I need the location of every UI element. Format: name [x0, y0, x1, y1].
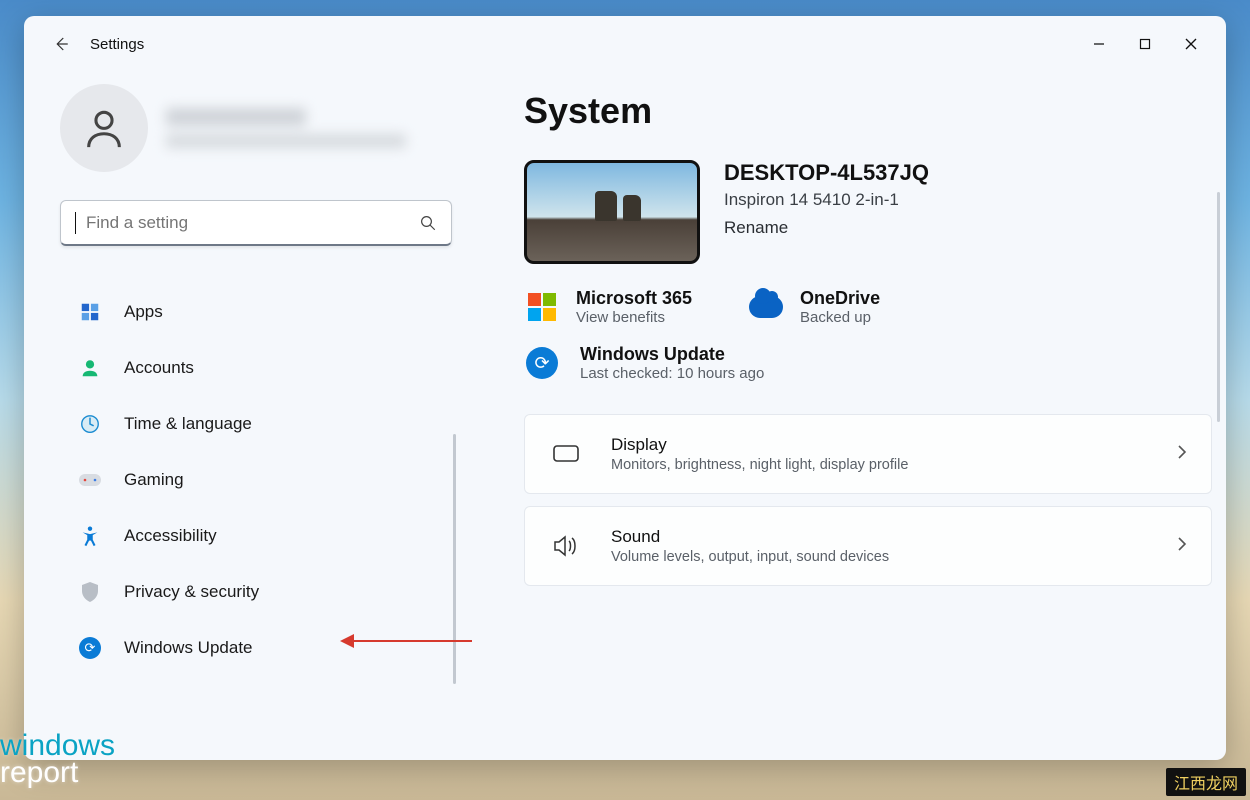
- rename-link[interactable]: Rename: [724, 218, 788, 238]
- search-input[interactable]: [86, 213, 409, 233]
- chevron-right-icon: [1177, 536, 1187, 557]
- device-model: Inspiron 14 5410 2-in-1: [724, 190, 929, 210]
- sidebar-item-label: Apps: [124, 302, 163, 322]
- sidebar-item-accounts[interactable]: Accounts: [60, 342, 452, 394]
- close-icon: [1185, 38, 1197, 50]
- onedrive-cloud-icon: [748, 289, 784, 325]
- sidebar-item-privacy-security[interactable]: Privacy & security: [60, 566, 452, 618]
- back-button[interactable]: [44, 27, 78, 61]
- card-sound[interactable]: Sound Volume levels, output, input, soun…: [524, 506, 1212, 586]
- nav-list: Apps Accounts Time & language Gaming: [60, 286, 452, 674]
- tile-title: Microsoft 365: [576, 288, 692, 309]
- sidebar-item-label: Windows Update: [124, 638, 253, 658]
- card-title: Sound: [611, 527, 1149, 547]
- monitor-icon: [549, 443, 583, 465]
- settings-window: Settings: [24, 16, 1226, 760]
- person-icon: [81, 105, 127, 151]
- maximize-icon: [1139, 38, 1151, 50]
- tile-microsoft-365[interactable]: Microsoft 365 View benefits: [524, 288, 692, 326]
- search-box[interactable]: [60, 200, 452, 246]
- device-wallpaper-thumb[interactable]: [524, 160, 700, 264]
- card-subtitle: Monitors, brightness, night light, displ…: [611, 457, 1149, 473]
- watermark-text: windows: [0, 732, 115, 759]
- back-arrow-icon: [52, 35, 70, 53]
- sidebar-item-label: Accessibility: [124, 526, 217, 546]
- device-summary: DESKTOP-4L537JQ Inspiron 14 5410 2-in-1 …: [524, 160, 1196, 264]
- sidebar-item-label: Accounts: [124, 358, 194, 378]
- shield-icon: [78, 580, 102, 604]
- tile-windows-update[interactable]: ⟳ Windows Update Last checked: 10 hours …: [524, 344, 1196, 382]
- card-display[interactable]: Display Monitors, brightness, night ligh…: [524, 414, 1212, 494]
- maximize-button[interactable]: [1122, 27, 1168, 61]
- sidebar-item-time-language[interactable]: Time & language: [60, 398, 452, 450]
- window-controls: [1076, 27, 1214, 61]
- page-title: System: [524, 90, 1196, 132]
- settings-cards: Display Monitors, brightness, night ligh…: [524, 414, 1196, 586]
- apps-icon: [78, 300, 102, 324]
- sidebar-item-label: Gaming: [124, 470, 184, 490]
- clock-globe-icon: [78, 412, 102, 436]
- watermark-source: 江西龙网: [1166, 768, 1246, 796]
- search-icon: [419, 214, 437, 232]
- text-caret: [75, 212, 76, 234]
- tile-subtitle: Backed up: [800, 309, 880, 326]
- avatar: [60, 84, 148, 172]
- sidebar-item-accessibility[interactable]: Accessibility: [60, 510, 452, 562]
- chevron-right-icon: [1177, 444, 1187, 465]
- titlebar: Settings: [24, 16, 1226, 72]
- profile-name-redacted: [166, 108, 406, 148]
- watermark-windowsreport: windows report: [0, 732, 115, 786]
- minimize-button[interactable]: [1076, 27, 1122, 61]
- sidebar: Apps Accounts Time & language Gaming: [24, 72, 464, 760]
- sidebar-item-label: Privacy & security: [124, 582, 259, 602]
- main-panel: System DESKTOP-4L537JQ Inspiron 14 5410 …: [464, 72, 1226, 760]
- watermark-text: report: [0, 759, 115, 786]
- status-tiles: Microsoft 365 View benefits OneDrive Bac…: [524, 288, 1196, 326]
- gamepad-icon: [78, 468, 102, 492]
- sidebar-item-apps[interactable]: Apps: [60, 286, 452, 338]
- sidebar-item-gaming[interactable]: Gaming: [60, 454, 452, 506]
- accounts-icon: [78, 356, 102, 380]
- minimize-icon: [1093, 38, 1105, 50]
- sidebar-item-label: Time & language: [124, 414, 252, 434]
- card-subtitle: Volume levels, output, input, sound devi…: [611, 549, 1149, 565]
- update-sync-icon: ⟳: [524, 345, 560, 381]
- close-button[interactable]: [1168, 27, 1214, 61]
- tile-title: OneDrive: [800, 288, 880, 309]
- update-sync-icon: ⟳: [78, 636, 102, 660]
- tile-subtitle: Last checked: 10 hours ago: [580, 365, 764, 382]
- desktop-wallpaper: Settings: [0, 0, 1250, 800]
- device-name: DESKTOP-4L537JQ: [724, 160, 929, 186]
- window-title: Settings: [90, 36, 144, 53]
- sidebar-item-windows-update[interactable]: ⟳ Windows Update: [60, 622, 452, 674]
- annotation-arrow: [340, 634, 472, 648]
- speaker-icon: [549, 534, 583, 558]
- main-scrollbar[interactable]: [1217, 192, 1220, 422]
- microsoft-logo-icon: [524, 289, 560, 325]
- tile-subtitle: View benefits: [576, 309, 692, 326]
- accessibility-icon: [78, 524, 102, 548]
- tile-onedrive[interactable]: OneDrive Backed up: [748, 288, 880, 326]
- tile-title: Windows Update: [580, 344, 764, 365]
- profile-block[interactable]: [60, 84, 464, 172]
- card-title: Display: [611, 435, 1149, 455]
